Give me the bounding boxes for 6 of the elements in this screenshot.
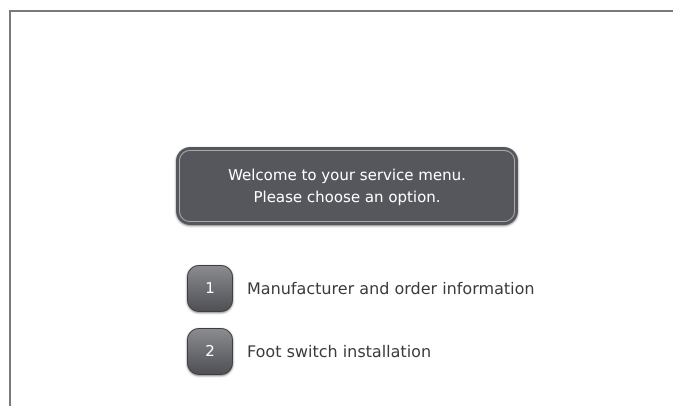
option-label: Foot switch installation [247, 340, 432, 362]
option-number-button[interactable]: 1 [187, 265, 233, 312]
option-number-button[interactable]: 2 [187, 328, 233, 375]
message-text: Welcome to your service menu. [228, 165, 466, 186]
option-label: Manufacturer and order information [247, 278, 535, 300]
message-text: Please choose an option. [253, 187, 441, 208]
